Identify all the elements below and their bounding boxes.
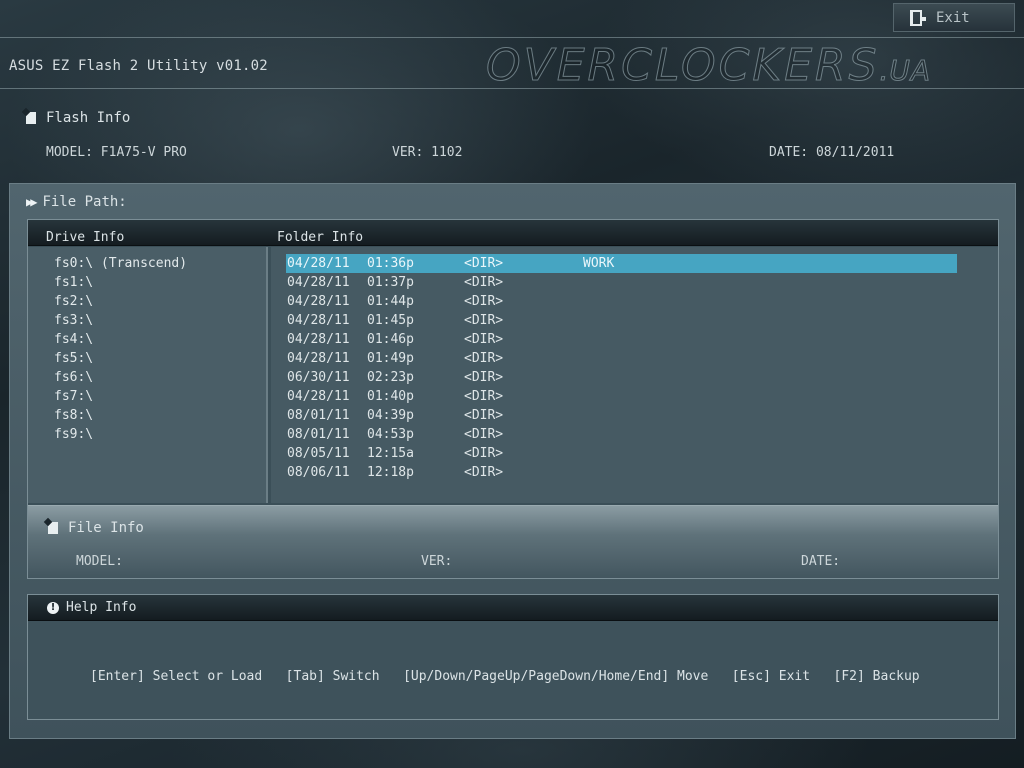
drive-item[interactable]: fs0:\ (Transcend): [54, 256, 187, 271]
file-path-label: ▶▶ File Path:: [26, 194, 127, 210]
file-browser: Drive Info Folder Info fs0:\ (Transcend)…: [27, 219, 999, 579]
folder-list[interactable]: 04/28/11 01:36p <DIR> WORK 04/28/11 01:37p <D…: [271, 247, 998, 503]
drive-item[interactable]: fs3:\: [54, 313, 93, 328]
help-panel: ! Help Info [Enter] Select or Load [Tab]…: [27, 594, 999, 720]
exit-button[interactable]: Exit: [893, 3, 1015, 32]
header-divider-bottom: [0, 88, 1024, 89]
folder-row[interactable]: 08/06/11 12:18p <DIR>: [286, 463, 957, 482]
folder-row[interactable]: 04/28/11 01:45p <DIR>: [286, 311, 957, 330]
help-keys-text: [Enter] Select or Load [Tab] Switch [Up/…: [90, 669, 920, 684]
file-date: DATE:: [801, 554, 841, 569]
file-version: VER:: [421, 554, 453, 569]
drive-item[interactable]: fs8:\: [54, 408, 93, 423]
file-info-panel: File Info MODEL: VER: DATE:: [28, 505, 998, 578]
drive-item[interactable]: fs5:\: [54, 351, 93, 366]
folder-row[interactable]: 04/28/11 01:37p <DIR>: [286, 273, 957, 292]
drive-item[interactable]: fs7:\: [54, 389, 93, 404]
drive-item[interactable]: fs4:\: [54, 332, 93, 347]
drive-list[interactable]: fs0:\ (Transcend) fs1:\ fs2:\ fs3:\ fs4:…: [28, 247, 268, 503]
document-icon: [48, 522, 58, 534]
file-model: MODEL:: [76, 554, 123, 569]
folder-row[interactable]: 04/28/11 01:49p <DIR>: [286, 349, 957, 368]
app-title: ASUS EZ Flash 2 Utility v01.02: [9, 58, 268, 74]
drive-item[interactable]: fs9:\: [54, 427, 93, 442]
flash-model: MODEL: F1A75-V PRO: [46, 145, 187, 160]
drive-item[interactable]: fs1:\: [54, 275, 93, 290]
double-arrow-icon: ▶▶: [26, 195, 38, 209]
folder-row[interactable]: 08/05/11 12:15a <DIR>: [286, 444, 957, 463]
drive-info-header: Drive Info: [46, 230, 125, 245]
folder-row-selected[interactable]: 04/28/11 01:36p <DIR> WORK: [286, 254, 957, 273]
main-panel: ▶▶ File Path: Drive Info Folder Info fs0…: [9, 183, 1016, 739]
file-info-heading: File Info: [48, 520, 144, 536]
help-info-heading: ! Help Info: [47, 600, 136, 615]
header-divider-top: [0, 37, 1024, 38]
flash-version: VER: 1102: [392, 145, 463, 160]
flash-date: DATE: 08/11/2011: [769, 145, 895, 160]
folder-row[interactable]: 04/28/11 01:44p <DIR>: [286, 292, 957, 311]
exit-door-icon: [910, 9, 926, 26]
browser-header: Drive Info Folder Info: [28, 220, 998, 246]
folder-row[interactable]: 04/28/11 01:40p <DIR>: [286, 387, 957, 406]
drive-item[interactable]: fs6:\: [54, 370, 93, 385]
exit-label: Exit: [936, 9, 970, 26]
flash-info-heading: Flash Info: [26, 110, 130, 126]
folder-row[interactable]: 08/01/11 04:39p <DIR>: [286, 406, 957, 425]
drive-item[interactable]: fs2:\: [54, 294, 93, 309]
folder-row[interactable]: 06/30/11 02:23p <DIR>: [286, 368, 957, 387]
help-header: ! Help Info: [28, 595, 998, 621]
document-icon: [26, 112, 36, 124]
overclockers-logo: OVERCLOCKERS.UA: [486, 40, 932, 92]
folder-row[interactable]: 04/28/11 01:46p <DIR>: [286, 330, 957, 349]
exclamation-icon: !: [47, 601, 59, 614]
folder-info-header: Folder Info: [277, 230, 364, 245]
folder-row[interactable]: 08/01/11 04:53p <DIR>: [286, 425, 957, 444]
